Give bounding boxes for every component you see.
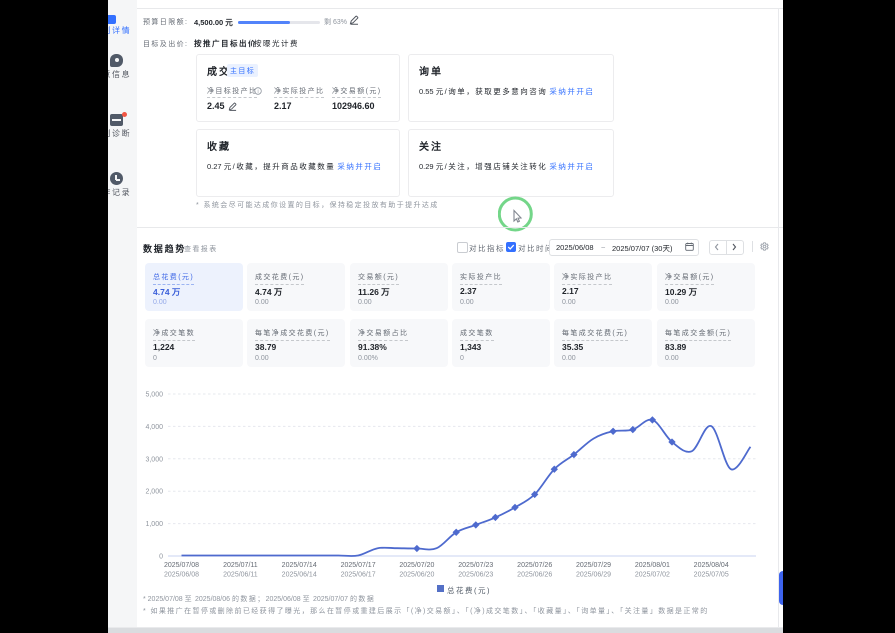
svg-text:2,000: 2,000: [145, 489, 163, 496]
svg-text:2025/06/11: 2025/06/11: [223, 572, 258, 579]
svg-text:2025/07/23: 2025/07/23: [458, 562, 493, 569]
svg-text:2025/07/05: 2025/07/05: [694, 572, 729, 579]
svg-text:2025/07/14: 2025/07/14: [282, 562, 317, 569]
svg-text:4,000: 4,000: [145, 424, 163, 431]
svg-text:2025/06/20: 2025/06/20: [399, 572, 434, 579]
svg-text:2025/07/11: 2025/07/11: [223, 562, 258, 569]
svg-text:0: 0: [159, 554, 163, 561]
svg-text:2025/06/23: 2025/06/23: [458, 572, 493, 579]
svg-text:i: i: [257, 89, 258, 95]
svg-text:5,000: 5,000: [145, 392, 163, 399]
svg-text:2025/06/08: 2025/06/08: [164, 572, 199, 579]
svg-text:2025/07/17: 2025/07/17: [341, 562, 376, 569]
svg-text:1,000: 1,000: [145, 521, 163, 528]
svg-text:2025/06/17: 2025/06/17: [341, 572, 376, 579]
svg-text:2025/07/20: 2025/07/20: [399, 562, 434, 569]
svg-text:2025/07/08: 2025/07/08: [164, 562, 199, 569]
svg-text:2025/06/14: 2025/06/14: [282, 572, 317, 579]
svg-text:2025/08/01: 2025/08/01: [635, 562, 670, 569]
svg-text:2025/06/26: 2025/06/26: [517, 572, 552, 579]
svg-text:2025/07/02: 2025/07/02: [635, 572, 670, 579]
svg-text:2025/07/29: 2025/07/29: [576, 562, 611, 569]
svg-text:2025/06/29: 2025/06/29: [576, 572, 611, 579]
svg-text:2025/07/26: 2025/07/26: [517, 562, 552, 569]
svg-text:2025/08/04: 2025/08/04: [694, 562, 729, 569]
svg-text:3,000: 3,000: [145, 456, 163, 463]
